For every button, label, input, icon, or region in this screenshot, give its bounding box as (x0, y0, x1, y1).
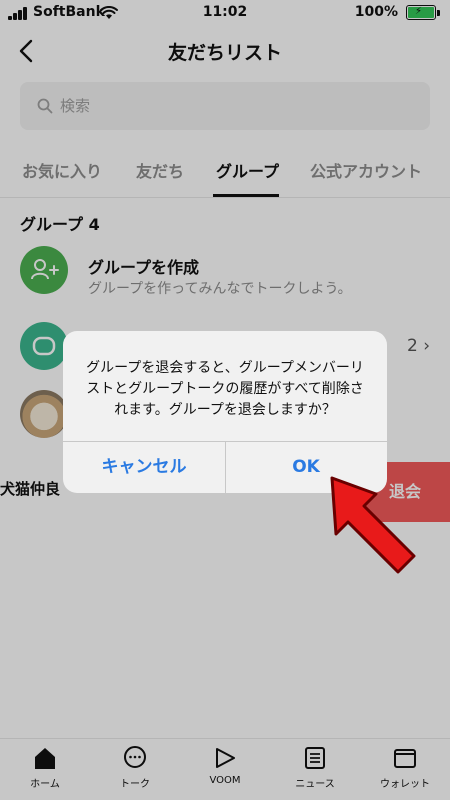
cancel-button[interactable]: キャンセル (63, 442, 225, 493)
pointer-arrow-icon (330, 476, 416, 574)
dialog-message: グループを退会すると、グループメンバーリストとグループトークの履歴がすべて削除さ… (86, 360, 364, 418)
friends-list-screen: SoftBank 11:02 100% ⚡ 友だちリスト 検索 お気に入り 友だ… (0, 0, 450, 800)
